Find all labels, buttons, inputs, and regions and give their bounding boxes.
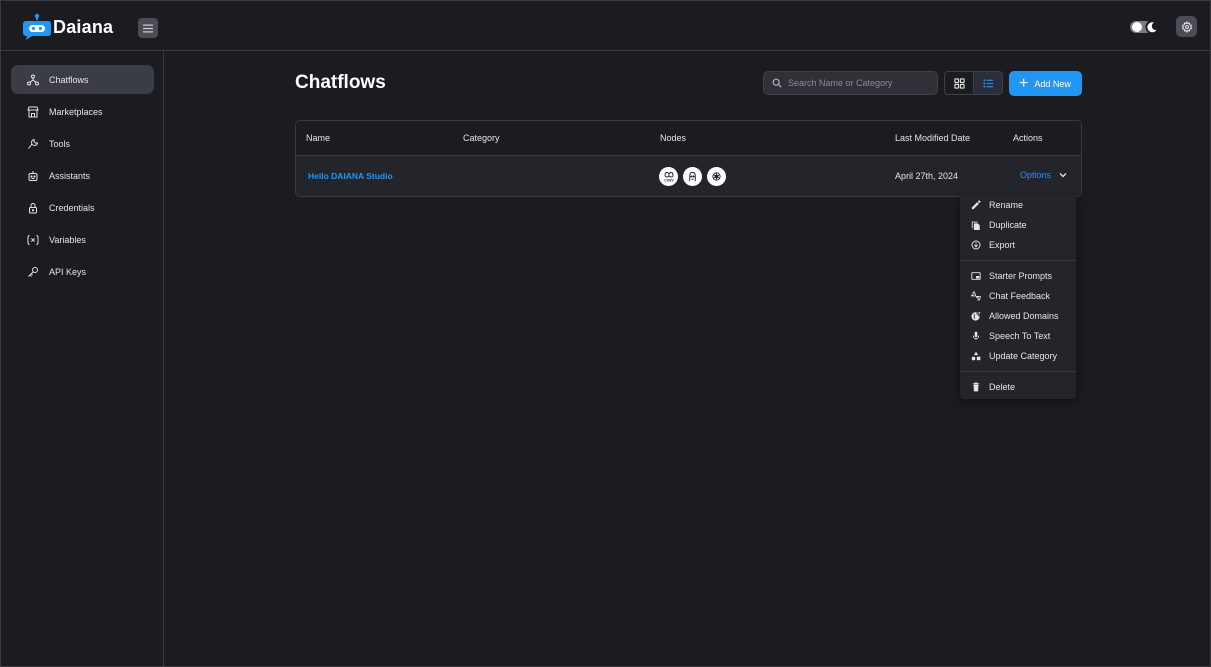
menu-item-label: Delete	[989, 382, 1016, 392]
tool-icon	[26, 137, 39, 150]
chatflows-table: Name Category Nodes Last Modified Date A…	[295, 120, 1082, 197]
app-name: Daiana	[53, 16, 114, 37]
menu-item-delete[interactable]: Delete	[960, 377, 1076, 397]
sidebar-item-label: Marketplaces	[49, 106, 103, 117]
table-row: Hello DAIANA Studio CONV April 27th, 202…	[296, 156, 1081, 196]
export-icon	[970, 240, 981, 251]
menu-item-update-category[interactable]: Update Category	[960, 346, 1076, 366]
trash-icon	[970, 382, 981, 393]
sidebar-item-label: Assistants	[49, 170, 91, 181]
thumbs-feedback-icon	[970, 291, 981, 302]
key-icon	[26, 265, 39, 278]
sidebar-item-assistants[interactable]: Assistants	[11, 161, 154, 190]
conversation-chain-icon[interactable]: CONV	[659, 167, 678, 186]
menu-item-chat-feedback[interactable]: Chat Feedback	[960, 286, 1076, 306]
menu-item-starter-prompts[interactable]: Starter Prompts	[960, 266, 1076, 286]
sidebar-item-marketplaces[interactable]: Marketplaces	[11, 97, 154, 126]
search-box[interactable]	[763, 71, 938, 95]
dark-mode-toggle[interactable]	[1130, 19, 1160, 35]
add-new-label: Add New	[1034, 78, 1071, 89]
sidebar: Chatflows Marketplaces Tools Assistants …	[1, 51, 164, 667]
memory-icon[interactable]	[683, 167, 702, 186]
add-new-button[interactable]: + Add New	[1009, 71, 1082, 96]
globe-icon	[970, 311, 981, 322]
svg-text:CONV: CONV	[664, 178, 674, 182]
openai-icon[interactable]	[707, 167, 726, 186]
variable-icon	[26, 233, 39, 246]
plus-icon: +	[1019, 74, 1029, 92]
table-header: Name Category Nodes Last Modified Date A…	[296, 121, 1081, 156]
sidebar-item-tools[interactable]: Tools	[11, 129, 154, 158]
settings-button[interactable]	[1176, 16, 1197, 37]
hierarchy-icon	[26, 73, 39, 86]
menu-divider	[960, 260, 1076, 261]
menu-item-export[interactable]: Export	[960, 235, 1076, 255]
menu-item-speech-to-text[interactable]: Speech To Text	[960, 326, 1076, 346]
chevron-down-icon	[1059, 170, 1067, 180]
menu-item-label: Rename	[989, 200, 1024, 210]
sidebar-item-api-keys[interactable]: API Keys	[11, 257, 154, 286]
options-menu: Rename Duplicate Export Starter Prompts …	[960, 195, 1076, 399]
menu-item-label: Allowed Domains	[989, 311, 1059, 321]
menu-item-label: Duplicate	[989, 220, 1027, 230]
sidebar-item-label: Variables	[49, 234, 86, 245]
grid-icon	[954, 77, 965, 89]
menu-item-label: Speech To Text	[989, 331, 1051, 341]
top-header: Daiana	[1, 1, 1210, 51]
menu-divider	[960, 371, 1076, 372]
column-header-actions: Actions	[1013, 133, 1043, 143]
gear-icon	[1181, 20, 1192, 33]
sidebar-item-chatflows[interactable]: Chatflows	[11, 65, 154, 94]
options-button[interactable]: Options	[1020, 170, 1067, 180]
category-icon	[970, 351, 981, 362]
page-title: Chatflows	[295, 72, 386, 93]
picture-in-picture-icon	[970, 271, 981, 282]
search-input[interactable]	[788, 78, 928, 88]
grid-view-button[interactable]	[945, 72, 973, 94]
menu-item-label: Starter Prompts	[989, 271, 1053, 281]
menu-item-label: Update Category	[989, 351, 1058, 361]
view-toggle-group	[944, 71, 1003, 95]
options-label: Options	[1020, 170, 1052, 180]
microphone-icon	[970, 331, 981, 342]
sidebar-item-label: Tools	[49, 138, 71, 149]
menu-item-duplicate[interactable]: Duplicate	[960, 215, 1076, 235]
menu-item-label: Chat Feedback	[989, 291, 1051, 301]
app-logo[interactable]: Daiana	[22, 13, 113, 41]
list-view-button[interactable]	[973, 72, 1002, 94]
sidebar-item-label: API Keys	[49, 266, 87, 277]
menu-toggle-button[interactable]	[138, 18, 158, 38]
robot-icon	[26, 169, 39, 182]
chatflow-name-link[interactable]: Hello DAIANA Studio	[308, 171, 393, 181]
menu-icon	[143, 24, 153, 32]
search-icon	[772, 78, 782, 88]
menu-item-allowed-domains[interactable]: Allowed Domains	[960, 306, 1076, 326]
list-icon	[983, 78, 993, 88]
building-store-icon	[26, 105, 39, 118]
pencil-icon	[970, 200, 981, 211]
sidebar-item-credentials[interactable]: Credentials	[11, 193, 154, 222]
column-header-nodes[interactable]: Nodes	[660, 133, 686, 143]
lock-icon	[26, 201, 39, 214]
column-header-category[interactable]: Category	[463, 133, 500, 143]
copy-icon	[970, 220, 981, 231]
column-header-last-modified[interactable]: Last Modified Date	[895, 133, 970, 143]
menu-item-rename[interactable]: Rename	[960, 195, 1076, 215]
sidebar-item-variables[interactable]: Variables	[11, 225, 154, 254]
sidebar-item-label: Chatflows	[49, 74, 89, 85]
column-header-name[interactable]: Name	[306, 133, 330, 143]
menu-item-label: Export	[989, 240, 1016, 250]
sidebar-item-label: Credentials	[49, 202, 95, 213]
robot-logo-icon	[22, 13, 52, 41]
last-modified-date: April 27th, 2024	[895, 171, 959, 181]
